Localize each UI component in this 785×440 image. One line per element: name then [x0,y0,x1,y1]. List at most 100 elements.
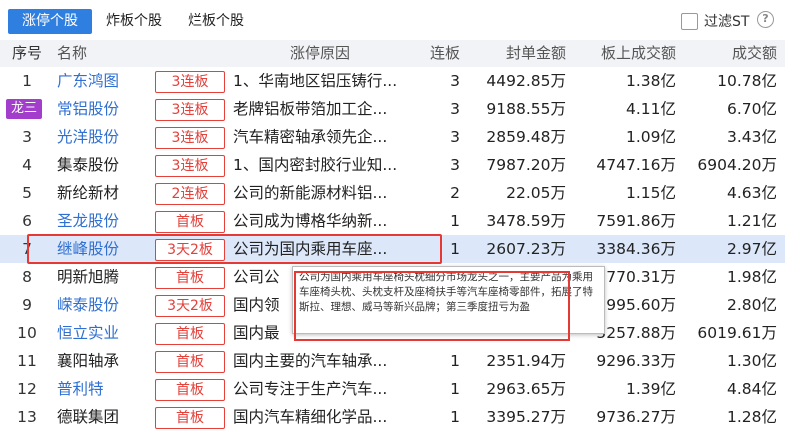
board-badge-cell: 3连板 [155,151,225,179]
stock-name[interactable]: 明新旭腾 [57,263,152,291]
board-badge-cell: 3天2板 [155,291,225,319]
table-row[interactable]: 龙三 常铝股份 3连板 老牌铝板带箔加工企... 3 9188.55万 4.11亿 6.70亿 [0,95,785,123]
tab-limit-up-stocks[interactable]: 涨停个股 [8,9,92,34]
board-badge-cell: 2连板 [155,179,225,207]
filter-st-checkbox[interactable] [681,12,698,30]
turnover: 6904.20万 [697,156,777,174]
board-badge: 3连板 [155,71,225,93]
board-badge-cell: 首板 [155,347,225,375]
stock-name[interactable]: 普利特 [57,375,152,403]
turnover: 4.63亿 [726,184,777,202]
lianban-count: 1 [450,408,460,426]
table-row[interactable]: 1 广东鸿图 3连板 1、华南地区铝压铸行... 3 4492.85万 1.38亿 10.78… [0,67,785,95]
table-row[interactable]: 11 襄阳轴承 首板 国内主要的汽车轴承... 1 2351.94万 9296.33万 1.3… [0,347,785,375]
board-volume: 4.11亿 [625,100,676,118]
row-index: 1 [22,72,32,90]
lianban-count: 1 [450,240,460,258]
limit-up-reason[interactable]: 公司为国内乘用车座... [233,235,413,263]
col-header-name[interactable]: 名称 [57,40,152,67]
table-row[interactable]: 6 圣龙股份 首板 公司成为博格华纳新... 1 3478.59万 7591.86万 1.21… [0,207,785,235]
lianban-count: 3 [450,72,460,90]
stock-name[interactable]: 恒立实业 [57,319,152,347]
stock-name[interactable]: 襄阳轴承 [57,347,152,375]
stock-name[interactable]: 德联集团 [57,403,152,431]
col-header-reason[interactable]: 涨停原因 [290,40,390,67]
table-row[interactable]: 5 新纶新材 2连板 公司的新能源材料铝... 2 22.05万 1.15亿 4.63亿 [0,179,785,207]
lianban-count: 1 [450,352,460,370]
stock-name[interactable]: 集泰股份 [57,151,152,179]
board-badge-cell: 3连板 [155,123,225,151]
turnover: 10.78亿 [717,72,777,90]
seal-amount: 2963.65万 [486,380,566,398]
limit-up-reason[interactable]: 汽车精密轴承领先企... [233,123,413,151]
row-index: 12 [17,380,37,398]
board-badge-cell: 3连板 [155,67,225,95]
row-index: 6 [22,212,32,230]
board-badge-cell: 首板 [155,375,225,403]
turnover: 6019.61万 [697,324,777,342]
limit-up-reason[interactable]: 老牌铝板带箔加工企... [233,95,413,123]
turnover: 2.97亿 [726,240,777,258]
turnover: 1.21亿 [726,212,777,230]
stock-name[interactable]: 光洋股份 [57,123,152,151]
board-volume: 4747.16万 [596,156,676,174]
tab-broken-board-stocks[interactable]: 炸板个股 [96,9,172,34]
board-badge-cell: 3连板 [155,95,225,123]
seal-amount: 2351.94万 [486,352,566,370]
limit-up-reason[interactable]: 国内主要的汽车轴承... [233,347,413,375]
col-header-turnover[interactable]: 成交额 [680,40,777,67]
turnover: 2.80亿 [726,296,777,314]
tab-weak-board-stocks[interactable]: 烂板个股 [178,9,254,34]
row-index: 13 [17,408,37,426]
help-icon[interactable]: ? [757,11,774,28]
row-index: 10 [17,324,37,342]
board-badge-cell: 首板 [155,263,225,291]
turnover: 3.43亿 [726,128,777,146]
row-index: 5 [22,184,32,202]
board-volume: 1.09亿 [625,128,676,146]
board-badge: 2连板 [155,183,225,205]
limit-up-reason[interactable]: 1、国内密封胶行业知... [233,151,413,179]
limit-up-reason[interactable]: 国内汽车精细化学品... [233,403,413,431]
row-index: 9 [22,296,32,314]
table-row[interactable]: 13 德联集团 首板 国内汽车精细化学品... 1 3395.27万 9736.27万 1.2… [0,403,785,431]
board-volume: 1.38亿 [625,72,676,90]
limit-up-reason[interactable]: 公司的新能源材料铝... [233,179,413,207]
board-volume: 1.39亿 [625,380,676,398]
board-volume: 9736.27万 [596,408,676,426]
col-header-board-volume[interactable]: 板上成交额 [570,40,676,67]
col-header-amount[interactable]: 封单金额 [462,40,566,67]
limit-up-reason[interactable]: 公司成为博格华纳新... [233,207,413,235]
stock-name[interactable]: 嵘泰股份 [57,291,152,319]
stock-name[interactable]: 广东鸿图 [57,67,152,95]
row-index: 11 [17,352,37,370]
board-badge: 3连板 [155,127,225,149]
seal-amount: 4492.85万 [486,72,566,90]
col-header-lianban[interactable]: 连板 [420,40,460,67]
stock-name[interactable]: 继峰股份 [57,235,152,263]
lianban-count: 3 [450,100,460,118]
stock-name[interactable]: 新纶新材 [57,179,152,207]
turnover: 1.98亿 [726,268,777,286]
row-index: 8 [22,268,32,286]
table-row[interactable]: 7 继峰股份 3天2板 公司为国内乘用车座... 1 2607.23万 3384.36万 2.… [0,235,785,263]
board-badge: 首板 [155,323,225,345]
table-row[interactable]: 4 集泰股份 3连板 1、国内密封胶行业知... 3 7987.20万 4747.16万 69… [0,151,785,179]
col-header-index[interactable]: 序号 [6,40,48,67]
stock-name[interactable]: 圣龙股份 [57,207,152,235]
turnover: 4.84亿 [726,380,777,398]
limit-up-reason[interactable]: 公司专注于生产汽车... [233,375,413,403]
board-badge: 首板 [155,211,225,233]
turnover: 6.70亿 [726,100,777,118]
row-index: 4 [22,156,32,174]
table-header: 序号 名称 涨停原因 连板 封单金额 板上成交额 成交额 [0,40,785,67]
stock-name[interactable]: 常铝股份 [57,95,152,123]
board-volume: 7591.86万 [596,212,676,230]
filter-st[interactable]: 过滤ST [681,10,749,32]
row-index: 3 [22,128,32,146]
table-row[interactable]: 12 普利特 首板 公司专注于生产汽车... 1 2963.65万 1.39亿 4.84亿 [0,375,785,403]
limit-up-reason[interactable]: 1、华南地区铝压铸行... [233,67,413,95]
seal-amount: 7987.20万 [486,156,566,174]
table-row[interactable]: 3 光洋股份 3连板 汽车精密轴承领先企... 3 2859.48万 1.09亿 3.43亿 [0,123,785,151]
board-badge: 首板 [155,351,225,373]
